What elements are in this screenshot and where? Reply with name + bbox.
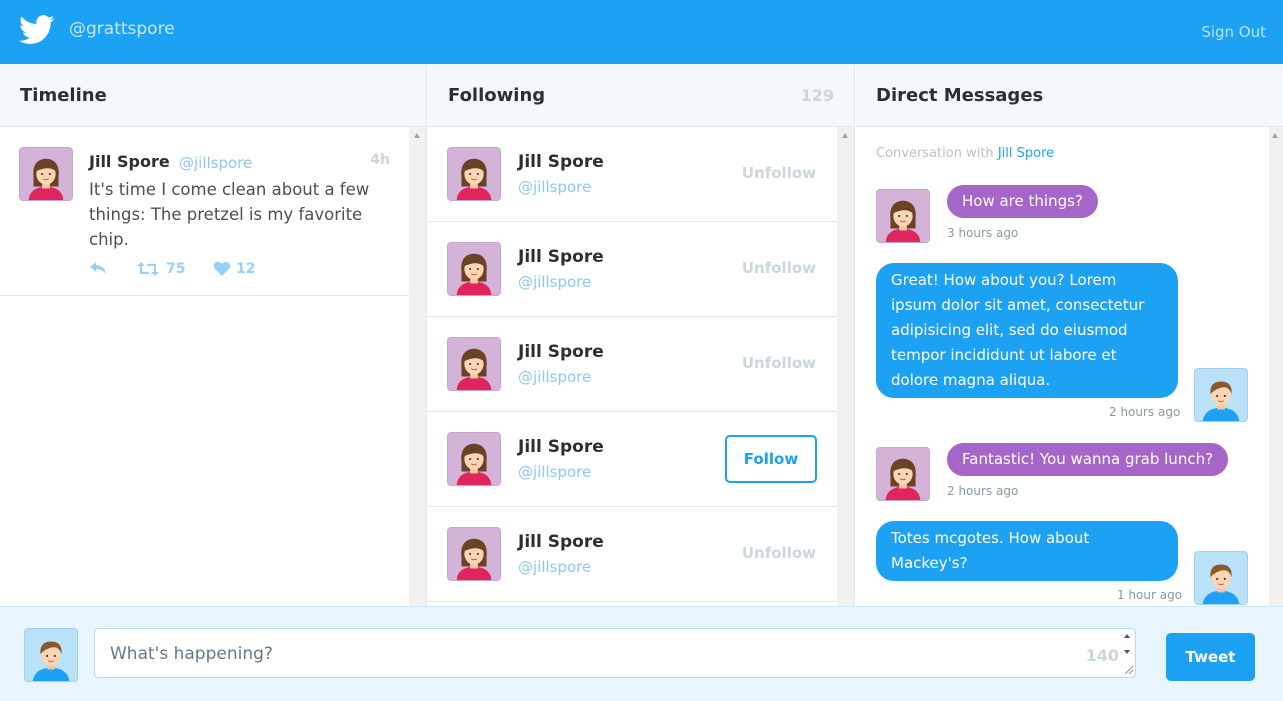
twitter-bird-icon[interactable] — [19, 14, 55, 46]
following-name[interactable]: Jill Spore — [518, 247, 604, 267]
tweet-actions: 75 12 — [89, 259, 289, 279]
tweet-button[interactable]: Tweet — [1166, 633, 1255, 681]
conversation-partner-link[interactable]: Jill Spore — [998, 146, 1054, 161]
retweet-icon — [137, 262, 159, 276]
user-handle[interactable]: @grattspore — [69, 19, 175, 39]
following-handle[interactable]: @jillspore — [518, 368, 591, 386]
unfollow-button[interactable]: Unfollow — [742, 354, 816, 372]
following-scrollbar[interactable] — [837, 127, 854, 606]
avatar[interactable] — [447, 242, 501, 296]
following-row[interactable]: Jill Spore @jillspore Unfollow — [428, 127, 838, 222]
following-name[interactable]: Jill Spore — [518, 532, 604, 552]
avatar[interactable] — [1194, 551, 1248, 605]
following-handle[interactable]: @jillspore — [518, 558, 591, 576]
following-header: Following 129 — [428, 64, 854, 127]
avatar[interactable] — [447, 527, 501, 581]
reply-button[interactable] — [89, 259, 109, 279]
avatar[interactable] — [447, 147, 501, 201]
dm-timestamp: 1 hour ago — [1117, 588, 1183, 602]
dm-message-incoming: Fantastic! You wanna grab lunch? — [947, 443, 1229, 476]
timeline-header: Timeline — [0, 64, 426, 127]
avatar[interactable] — [876, 189, 930, 243]
like-count: 12 — [236, 261, 256, 277]
sign-out-link[interactable]: Sign Out — [1201, 23, 1266, 41]
retweet-button[interactable]: 75 — [136, 259, 196, 279]
following-handle[interactable]: @jillspore — [518, 273, 591, 291]
char-count: 140 — [1085, 646, 1119, 665]
dm-conversation: Conversation with Jill Spore How are thi… — [856, 127, 1266, 606]
avatar[interactable] — [876, 447, 930, 501]
dm-message-incoming: How are things? — [947, 185, 1098, 218]
dm-title: Direct Messages — [876, 85, 1044, 106]
unfollow-button[interactable]: Unfollow — [742, 544, 816, 562]
tweet-text: It's time I come clean about a few thing… — [89, 180, 370, 249]
direct-messages-column: Direct Messages Conversation with Jill S… — [856, 64, 1283, 606]
tweet[interactable]: Jill Spore @jillspore 4h It's time I com… — [0, 127, 410, 296]
textarea-scroll-icon[interactable] — [1120, 630, 1134, 676]
following-name[interactable]: Jill Spore — [518, 437, 604, 457]
following-row[interactable]: Jill Spore @jillspore Follow — [428, 412, 838, 507]
reply-icon — [90, 262, 106, 274]
following-row[interactable]: Jill Spore @jillspore Unfollow — [428, 507, 838, 602]
dm-scrollbar[interactable] — [1269, 127, 1283, 606]
timeline-title: Timeline — [20, 85, 107, 106]
dm-timestamp: 2 hours ago — [947, 484, 1019, 498]
compose-field[interactable]: 140 — [94, 628, 1136, 678]
conversation-prefix: Conversation with — [876, 146, 994, 161]
retweet-count: 75 — [166, 261, 186, 277]
dm-header: Direct Messages — [856, 64, 1283, 127]
following-name[interactable]: Jill Spore — [518, 342, 604, 362]
following-column: Following 129 Jill Spore @jillspore Unfo… — [428, 64, 855, 606]
following-handle[interactable]: @jillspore — [518, 178, 591, 196]
following-row[interactable]: Jill Spore @jillspore Unfollow — [428, 222, 838, 317]
conversation-label: Conversation with Jill Spore — [876, 146, 1054, 161]
tweet-author-name[interactable]: Jill Spore — [89, 152, 170, 171]
avatar[interactable] — [447, 432, 501, 486]
timeline-scrollbar[interactable] — [409, 127, 426, 606]
tweet-timestamp: 4h — [370, 152, 390, 168]
avatar[interactable] — [1194, 368, 1248, 422]
dm-message-outgoing: Great! How about you? Lorem ipsum dolor … — [876, 263, 1178, 398]
like-button[interactable]: 12 — [213, 259, 263, 279]
compose-bar: 140 Tweet — [0, 606, 1283, 701]
following-count: 129 — [800, 86, 834, 105]
unfollow-button[interactable]: Unfollow — [742, 259, 816, 277]
top-bar: @grattspore Sign Out — [0, 0, 1283, 64]
timeline-column: Timeline Jill Spore @jillspore 4h It's t… — [0, 64, 427, 606]
follow-button[interactable]: Follow — [725, 435, 817, 483]
avatar[interactable] — [19, 147, 73, 201]
avatar[interactable] — [447, 337, 501, 391]
following-row[interactable]: Jill Spore @jillspore Unfollow — [428, 317, 838, 412]
following-name[interactable]: Jill Spore — [518, 152, 604, 172]
tweet-input[interactable] — [110, 642, 1010, 666]
following-handle[interactable]: @jillspore — [518, 463, 591, 481]
dm-timestamp: 3 hours ago — [947, 226, 1019, 240]
dm-timestamp: 2 hours ago — [1109, 405, 1181, 419]
dm-message-outgoing: Totes mcgotes. How about Mackey's? — [876, 521, 1178, 581]
following-title: Following — [448, 85, 546, 106]
avatar[interactable] — [24, 628, 78, 682]
tweet-author-handle[interactable]: @jillspore — [179, 154, 252, 172]
unfollow-button[interactable]: Unfollow — [742, 164, 816, 182]
heart-icon — [213, 261, 231, 276]
